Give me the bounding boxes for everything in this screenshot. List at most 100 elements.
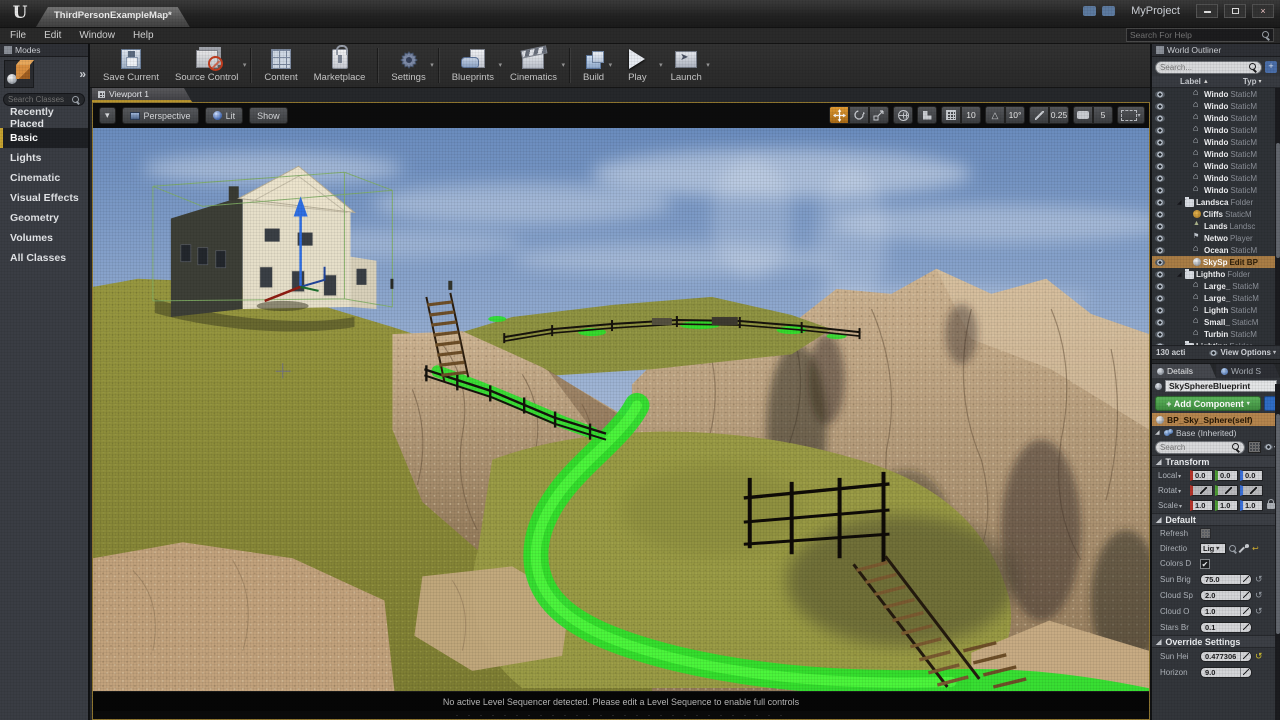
slider-expander-icon[interactable]	[1240, 607, 1251, 616]
visibility-eye-icon[interactable]	[1155, 175, 1165, 182]
save-current-button[interactable]: Save Current	[95, 44, 167, 87]
outliner-actor-row[interactable]: Large_ StaticM	[1152, 280, 1280, 292]
menu-window[interactable]: Window	[79, 30, 115, 41]
tab-world-settings[interactable]: World S	[1216, 364, 1280, 378]
outliner-actor-row[interactable]: Lands Landsc	[1152, 220, 1280, 232]
add-component-button[interactable]: + Add Component▾	[1155, 396, 1261, 411]
visibility-eye-icon[interactable]	[1155, 103, 1165, 110]
visibility-eye-icon[interactable]	[1155, 283, 1165, 290]
source-control-button[interactable]: Source Control▾	[167, 44, 246, 87]
grid-snap-toggle[interactable]	[941, 106, 961, 124]
slider-expander-icon[interactable]	[1240, 591, 1251, 600]
close-button[interactable]: ×	[1252, 4, 1274, 18]
modes-category-item[interactable]: Cinematic	[0, 168, 88, 188]
scale-snap-value[interactable]: 0.25	[1049, 106, 1069, 124]
visibility-eye-icon[interactable]	[1155, 319, 1165, 326]
visibility-eye-icon[interactable]	[1155, 199, 1165, 206]
outliner-actor-row[interactable]: Turbin StaticM	[1152, 328, 1280, 340]
visibility-eye-icon[interactable]	[1155, 211, 1165, 218]
slider-expander-icon[interactable]	[1240, 668, 1251, 677]
slider-expander-icon[interactable]	[1240, 623, 1251, 632]
world-local-toggle[interactable]	[893, 106, 913, 124]
outliner-actor-row[interactable]: SkySp Edit BP	[1152, 256, 1280, 268]
visibility-eye-icon[interactable]	[1155, 271, 1165, 278]
section-transform[interactable]: ◢Transform	[1152, 455, 1280, 468]
visibility-eye-icon[interactable]	[1155, 91, 1165, 98]
scale-x-field[interactable]: 1.0	[1190, 500, 1213, 511]
menu-edit[interactable]: Edit	[44, 30, 61, 41]
world-outliner-header[interactable]: World Outliner	[1152, 44, 1280, 57]
use-selected-icon[interactable]: ↩	[1252, 544, 1259, 553]
reset-to-default-icon[interactable]: ↺	[1255, 590, 1264, 601]
directional-light-dropdown[interactable]: Lig▾	[1200, 543, 1226, 554]
visibility-eye-icon[interactable]	[1155, 187, 1165, 194]
outliner-actor-row[interactable]: Windo StaticM	[1152, 100, 1280, 112]
show-flags-button[interactable]: Show	[249, 107, 288, 124]
browse-icon[interactable]	[1229, 545, 1237, 553]
visibility-eye-icon[interactable]	[1155, 163, 1165, 170]
rotation-snap-value[interactable]: 10°	[1005, 106, 1025, 124]
visibility-eye-icon[interactable]	[1155, 307, 1165, 314]
level-tab[interactable]: ThirdPersonExampleMap*	[36, 7, 190, 27]
search-for-help-input[interactable]	[1130, 30, 1262, 40]
numeric-input[interactable]: 1.0	[1200, 606, 1252, 617]
actor-name-field[interactable]: SkySphereBlueprint	[1165, 380, 1277, 392]
scale-y-field[interactable]: 1.0	[1215, 500, 1238, 511]
modes-category-item[interactable]: Geometry	[0, 208, 88, 228]
location-z-field[interactable]: 0.0	[1240, 470, 1263, 481]
surface-snapping-button[interactable]	[917, 106, 937, 124]
cinematics-button[interactable]: Cinematics▾	[502, 44, 565, 87]
launch-button[interactable]: Launch▾	[663, 44, 710, 87]
rotation-snap-toggle[interactable]: △	[985, 106, 1005, 124]
maximize-button[interactable]	[1224, 4, 1246, 18]
scale-z-field[interactable]: 1.0	[1240, 500, 1263, 511]
build-button[interactable]: Build▾	[575, 44, 612, 87]
rotate-tool-button[interactable]	[849, 106, 869, 124]
visibility-eye-icon[interactable]	[1155, 235, 1165, 242]
refresh-button[interactable]	[1200, 528, 1211, 539]
scale-tool-button[interactable]	[869, 106, 889, 124]
numeric-input[interactable]: 0.477306	[1200, 651, 1252, 662]
section-override-settings[interactable]: ◢Override Settings	[1152, 635, 1280, 648]
perspective-button[interactable]: Perspective	[122, 107, 199, 124]
modes-category-item[interactable]: Volumes	[0, 228, 88, 248]
outliner-actor-row[interactable]: Windo StaticM	[1152, 124, 1280, 136]
slider-expander-icon[interactable]	[1240, 575, 1251, 584]
tab-details[interactable]: Details	[1152, 364, 1216, 378]
outliner-actor-row[interactable]: Windo StaticM	[1152, 160, 1280, 172]
visibility-eye-icon[interactable]	[1155, 151, 1165, 158]
outliner-search-box[interactable]	[1155, 61, 1262, 74]
settings-button[interactable]: Settings▾	[383, 44, 433, 87]
marketplace-button[interactable]: Marketplace	[306, 44, 374, 87]
modes-category-item[interactable]: Lights	[0, 148, 88, 168]
uniform-scale-lock-icon[interactable]	[1267, 503, 1275, 509]
numeric-input[interactable]: 0.1	[1200, 622, 1252, 633]
location-label[interactable]: Local▾	[1158, 471, 1188, 480]
visibility-eye-icon[interactable]	[1155, 343, 1165, 346]
modes-category-item[interactable]: Recently Placed	[0, 108, 88, 128]
search-classes-input[interactable]	[8, 95, 72, 104]
outliner-column-headers[interactable]: Label▲ Typ▾	[1152, 76, 1280, 88]
outliner-actor-row[interactable]: Windo StaticM	[1152, 136, 1280, 148]
outliner-actor-row[interactable]: Windo StaticM	[1152, 148, 1280, 160]
outliner-scrollbar[interactable]	[1275, 88, 1280, 345]
modes-panel-header[interactable]: Modes	[0, 44, 88, 57]
translate-tool-button[interactable]	[829, 106, 849, 124]
rotation-y-dial[interactable]	[1215, 485, 1238, 496]
outliner-actor-row[interactable]: Windo StaticM	[1152, 112, 1280, 124]
outliner-actor-row[interactable]: Windo StaticM	[1152, 184, 1280, 196]
outliner-actor-row[interactable]: Cliffs StaticM	[1152, 208, 1280, 220]
outliner-actor-row[interactable]: Windo StaticM	[1152, 172, 1280, 184]
expander-arrow-icon[interactable]: ◢	[1177, 199, 1183, 206]
visibility-eye-icon[interactable]	[1155, 223, 1165, 230]
outliner-actor-row[interactable]: ◢ Lighting Folder	[1152, 340, 1280, 345]
visibility-eye-icon[interactable]	[1155, 295, 1165, 302]
feedback-icon[interactable]	[1083, 6, 1096, 16]
property-matrix-button[interactable]	[1248, 441, 1261, 453]
menu-file[interactable]: File	[10, 30, 26, 41]
blueprints-button[interactable]: Blueprints▾	[444, 44, 502, 87]
details-search-input[interactable]	[1160, 443, 1230, 452]
details-search-box[interactable]	[1155, 441, 1245, 454]
maximize-viewport-button[interactable]: ▾	[1117, 106, 1145, 124]
slider-expander-icon[interactable]	[1240, 652, 1251, 661]
